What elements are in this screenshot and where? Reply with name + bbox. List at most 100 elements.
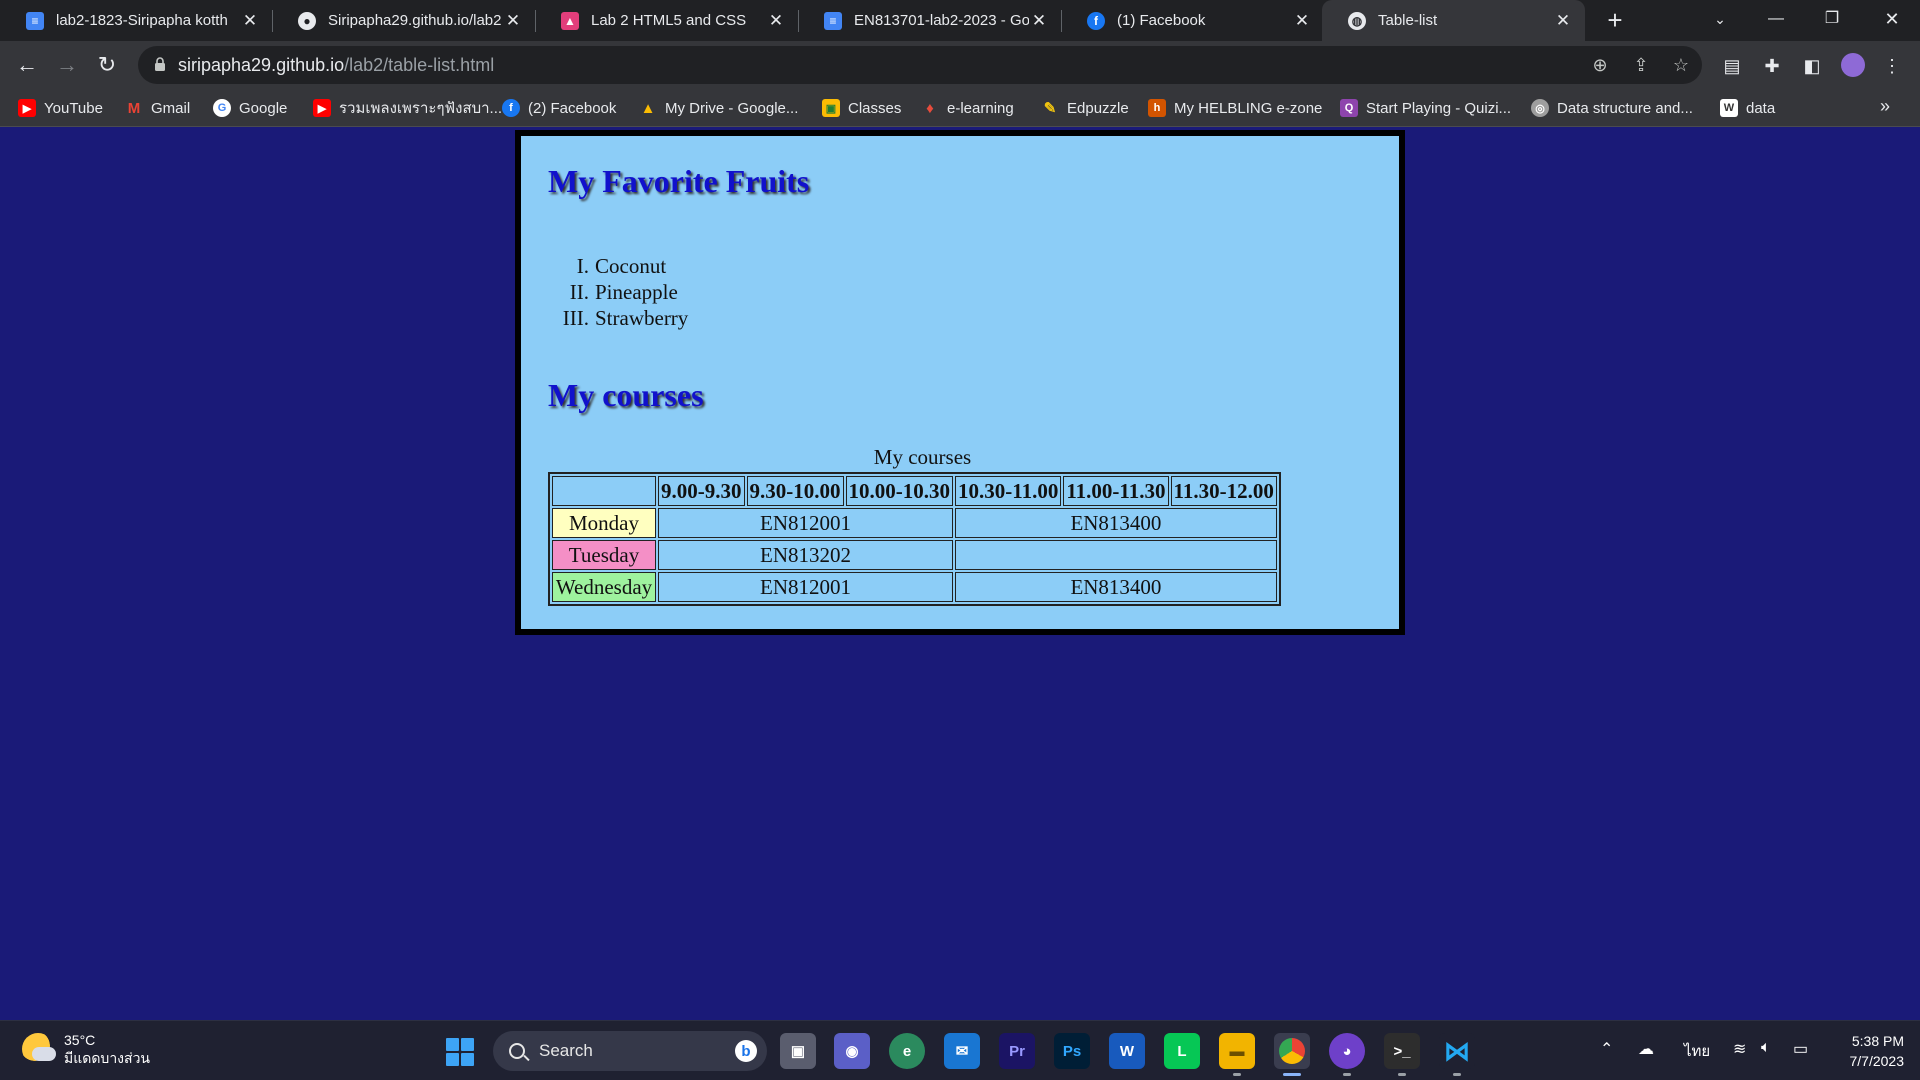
close-icon[interactable]: ✕ xyxy=(1292,11,1312,31)
line-icon[interactable]: L xyxy=(1164,1033,1200,1069)
github-desktop-icon[interactable]: ◕ xyxy=(1329,1033,1365,1076)
tab-lab2-html[interactable]: ▲ Lab 2 HTML5 and CSS ✕ xyxy=(535,0,798,41)
bookmark-label: Google xyxy=(239,99,288,117)
close-window-button[interactable]: ✕ xyxy=(1864,0,1920,41)
edge-icon[interactable]: e xyxy=(889,1033,925,1069)
vscode-icon[interactable]: ⋈ xyxy=(1439,1033,1475,1076)
running-indicator xyxy=(1233,1073,1241,1076)
bookmarks-overflow-icon[interactable]: » xyxy=(1880,96,1890,117)
language-indicator[interactable]: ไทย xyxy=(1684,1039,1710,1063)
courses-heading: My courses xyxy=(548,377,704,413)
profile-avatar[interactable] xyxy=(1841,53,1865,77)
bookmark-e-learning[interactable]: ♦ e-learning xyxy=(921,97,1014,119)
wifi-icon[interactable]: ≋ xyxy=(1733,1039,1746,1059)
tab-title: Table-list xyxy=(1378,12,1438,29)
bookmark-helbling[interactable]: h My HELBLING e-zone xyxy=(1148,97,1322,119)
classroom-icon: ▣ xyxy=(822,99,840,117)
w3schools-icon: W xyxy=(1720,99,1738,117)
photoshop-icon[interactable]: Ps xyxy=(1054,1033,1090,1069)
back-button[interactable]: ← xyxy=(11,49,43,81)
bookmark-edpuzzle[interactable]: ✎ Edpuzzle xyxy=(1041,97,1129,119)
url-text: siripapha29.github.io/lab2/table-list.ht… xyxy=(178,55,494,76)
reading-list-icon[interactable]: ▤ xyxy=(1720,54,1744,78)
bookmark-label: My Drive - Google... xyxy=(665,99,799,117)
weather-widget[interactable]: 35°C มีแดดบางส่วน xyxy=(22,1031,150,1067)
bookmark-label: Data structure and... xyxy=(1557,99,1693,117)
new-tab-button[interactable]: + xyxy=(1599,4,1631,36)
bookmark-label: รวมเพลงเพราะๆฟังสบา... xyxy=(339,100,503,117)
tab-en813701[interactable]: ≡ EN813701-lab2-2023 - Goo ✕ xyxy=(798,0,1061,41)
bookmark-star-icon[interactable]: ☆ xyxy=(1670,54,1692,76)
show-hidden-icons-icon[interactable]: ⌃ xyxy=(1600,1039,1613,1059)
side-panel-icon[interactable]: ◧ xyxy=(1800,54,1824,78)
file-explorer-icon[interactable]: ▬ xyxy=(1219,1033,1255,1076)
bookmark-quizizz[interactable]: Q Start Playing - Quizi... xyxy=(1340,97,1511,119)
bookmark-gmail[interactable]: M Gmail xyxy=(125,97,190,119)
google-drive-icon: ▲ xyxy=(639,99,657,117)
tab-search-button[interactable]: ⌄ xyxy=(1692,0,1748,41)
bookmark-facebook[interactable]: f (2) Facebook xyxy=(502,97,616,119)
close-icon[interactable]: ✕ xyxy=(1553,11,1573,31)
table-header-cell: 9.30-10.00 xyxy=(746,476,844,506)
bookmark-thai-music[interactable]: ▶ รวมเพลงเพราะๆฟังสบา... xyxy=(313,97,502,119)
tab-title: lab2-1823-Siripapha kotth xyxy=(56,12,228,29)
bookmark-classes[interactable]: ▣ Classes xyxy=(822,97,901,119)
tab-facebook[interactable]: f (1) Facebook ✕ xyxy=(1061,0,1324,41)
share-icon[interactable]: ⇪ xyxy=(1630,54,1652,76)
tab-lab2-doc[interactable]: ≡ lab2-1823-Siripapha kotth ✕ xyxy=(0,0,272,41)
word-icon[interactable]: W xyxy=(1109,1033,1145,1069)
course-cell: EN813400 xyxy=(955,508,1277,538)
chrome-icon[interactable] xyxy=(1274,1033,1310,1076)
extensions-icon[interactable]: ✚ xyxy=(1760,54,1784,78)
gmail-icon: M xyxy=(125,99,143,117)
tab-github[interactable]: ● Siripapha29.github.io/lab2 ✕ xyxy=(272,0,535,41)
fruit-name: Pineapple xyxy=(595,280,678,304)
reload-button[interactable]: ↻ xyxy=(91,49,123,81)
mail-icon[interactable]: ✉ xyxy=(944,1033,980,1069)
youtube-icon: ▶ xyxy=(18,99,36,117)
youtube-icon: ▶ xyxy=(313,99,331,117)
table-header-cell xyxy=(552,476,656,506)
zoom-icon[interactable]: ⊕ xyxy=(1589,54,1611,76)
bookmark-data[interactable]: Wdata xyxy=(1720,97,1775,119)
tab-title: Siripapha29.github.io/lab2 xyxy=(328,12,502,29)
weather-temperature: 35°C xyxy=(64,1032,96,1048)
task-view-icon[interactable]: ▣ xyxy=(780,1033,816,1069)
minimize-button[interactable]: — xyxy=(1748,0,1804,41)
taskbar-search[interactable]: Search b xyxy=(493,1031,767,1071)
helbling-icon: h xyxy=(1148,99,1166,117)
close-icon[interactable]: ✕ xyxy=(503,11,523,31)
onedrive-icon[interactable]: ☁ xyxy=(1638,1039,1654,1059)
bookmark-my-drive[interactable]: ▲ My Drive - Google... xyxy=(639,97,798,119)
premiere-pro-icon[interactable]: Pr xyxy=(999,1033,1035,1069)
system-clock[interactable]: 5:38 PM 7/7/2023 xyxy=(1820,1031,1905,1071)
bookmark-data-structure[interactable]: ◎ Data structure and... xyxy=(1531,97,1693,119)
windows-start-icon[interactable] xyxy=(446,1038,474,1066)
tab-table-list[interactable]: ◍ Table-list ✕ xyxy=(1322,0,1585,41)
google-icon: G xyxy=(213,99,231,117)
list-item: II. Pineapple xyxy=(521,279,688,305)
bing-icon[interactable]: b xyxy=(735,1040,757,1062)
address-bar[interactable]: siripapha29.github.io/lab2/table-list.ht… xyxy=(138,46,1702,84)
list-numeral: III. xyxy=(562,306,589,330)
close-icon[interactable]: ✕ xyxy=(766,11,786,31)
facebook-icon: f xyxy=(502,99,520,117)
close-icon[interactable]: ✕ xyxy=(240,11,260,31)
table-header-cell: 11.30-12.00 xyxy=(1170,476,1277,506)
volume-icon[interactable]: 🔈︎ xyxy=(1761,1039,1771,1057)
close-icon[interactable]: ✕ xyxy=(1029,11,1049,31)
forward-button[interactable]: → xyxy=(51,49,83,81)
terminal-icon[interactable]: >_ xyxy=(1384,1033,1420,1076)
restore-button[interactable]: ❐ xyxy=(1804,0,1860,41)
course-cell: EN812001 xyxy=(658,572,953,602)
bookmark-label: Gmail xyxy=(151,99,191,117)
bookmark-google[interactable]: G Google xyxy=(213,97,287,119)
active-indicator xyxy=(1283,1073,1301,1076)
menu-icon[interactable]: ⋮ xyxy=(1880,54,1904,78)
teams-chat-icon[interactable]: ◉ xyxy=(834,1033,870,1069)
battery-icon[interactable]: ▭ xyxy=(1793,1039,1808,1059)
bookmark-youtube[interactable]: ▶ YouTube xyxy=(18,97,103,119)
globe-icon: ◍ xyxy=(1348,11,1366,30)
table-header-cell: 10.30-11.00 xyxy=(955,476,1062,506)
url-host: siripapha29.github.io xyxy=(178,55,345,75)
